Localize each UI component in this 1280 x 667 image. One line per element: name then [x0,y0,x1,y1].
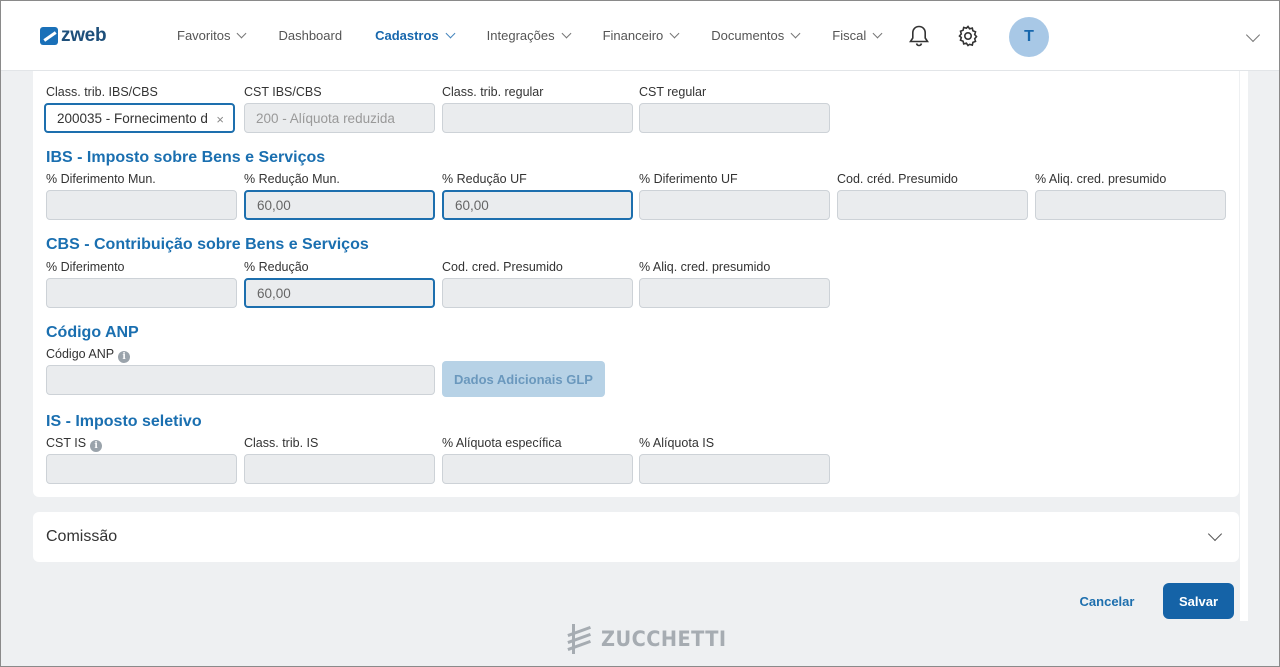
class-trib-is-label: Class. trib. IS [244,436,319,450]
ibs-reducao-mun-label: % Redução Mun. [244,172,340,186]
zucchetti-logo-mark [567,624,591,654]
nav-label: Favoritos [177,28,231,43]
cst-regular-field[interactable] [639,103,830,133]
tax-details-card: Class. trib. IBS/CBS 200035 - Fornecimen… [33,71,1239,497]
cbs-diferimento-label: % Diferimento [46,260,125,274]
class-trib-regular-field[interactable] [442,103,633,133]
chevron-down-icon [445,28,456,39]
codigo-anp-label-text: Código ANP [46,347,115,361]
ibs-diferimento-uf-field[interactable] [639,190,830,220]
top-navigation-bar: zweb Favoritos Dashboard Cadastros Integ… [1,1,1279,71]
cst-is-label: CST IS i [46,436,103,452]
nav-fiscal[interactable]: Fiscal [832,28,883,43]
nav-favoritos[interactable]: Favoritos [177,28,247,43]
nav-financeiro[interactable]: Financeiro [602,28,680,43]
cst-ibs-cbs-label: CST IBS/CBS [244,85,322,99]
cbs-reducao-label: % Redução [244,260,309,274]
nav-cadastros[interactable]: Cadastros [375,28,456,43]
dados-adicionais-glp-button[interactable]: Dados Adicionais GLP [442,361,605,397]
nav-label: Cadastros [375,28,439,43]
user-avatar[interactable]: T [1009,17,1049,57]
cbs-aliq-cred-presumido-label: % Aliq. cred. presumido [639,260,771,274]
class-trib-is-field[interactable] [244,454,435,484]
class-trib-regular-label: Class. trib. regular [442,85,544,99]
class-trib-ibs-cbs-select[interactable]: 200035 - Fornecimento de × [44,103,235,133]
ibs-aliq-cred-presumido-label: % Aliq. cred. presumido [1035,172,1167,186]
chevron-down-icon [237,28,247,39]
codigo-anp-label: Código ANP i [46,347,131,363]
chevron-down-icon [790,28,801,39]
chevron-down-icon [669,28,680,39]
ibs-reducao-mun-field[interactable]: 60,00 [244,190,435,220]
class-trib-ibs-cbs-value: 200035 - Fornecimento de [57,110,207,126]
chevron-down-icon [872,28,883,39]
info-icon[interactable]: i [90,440,103,452]
ibs-cod-cred-presumido-label: Cod. créd. Presumido [837,172,958,186]
ibs-cod-cred-presumido-field[interactable] [837,190,1028,220]
zucchetti-footer-logo: ZUCCHETTI [565,622,737,656]
chevron-down-icon [1207,526,1223,542]
zweb-logo-mark [40,27,58,45]
class-trib-ibs-cbs-label: Class. trib. IBS/CBS [46,85,158,99]
zweb-logo[interactable]: zweb [40,25,107,47]
comissao-collapsible[interactable]: Comissão [33,512,1239,562]
cancel-button[interactable]: Cancelar [1068,584,1146,618]
logo-text: zweb [61,25,107,46]
save-button[interactable]: Salvar [1163,583,1234,619]
aliq-is-label: % Alíquota IS [639,436,715,450]
nav-label: Fiscal [832,28,867,43]
footer-brand: ZUCCHETTI [601,627,727,651]
ibs-diferimento-mun-field[interactable] [46,190,237,220]
nav-label: Financeiro [602,28,664,43]
codigo-anp-field[interactable] [46,365,435,395]
cbs-section-title: CBS - Contribuição sobre Bens e Serviços [46,236,369,253]
chevron-down-icon [561,28,572,39]
gear-icon[interactable] [956,23,980,49]
aliq-especifica-field[interactable] [442,454,633,484]
comissao-title: Comissão [46,528,118,545]
ibs-diferimento-mun-label: % Diferimento Mun. [46,172,156,186]
ibs-section-title: IBS - Imposto sobre Bens e Serviços [46,149,326,166]
nav-label: Documentos [711,28,785,43]
nav-label: Dashboard [278,28,343,43]
chevron-down-icon[interactable] [1245,27,1261,43]
cst-is-field[interactable] [46,454,237,484]
cbs-cod-cred-presumido-field[interactable] [442,278,633,308]
clear-icon[interactable]: × [216,112,224,127]
cbs-reducao-field[interactable]: 60,00 [244,278,435,308]
nav-dashboard[interactable]: Dashboard [278,28,342,43]
cbs-diferimento-field[interactable] [46,278,237,308]
cst-ibs-cbs-field[interactable]: 200 - Alíquota reduzida [244,103,435,133]
anp-section-title: Código ANP [46,324,139,341]
cbs-cod-cred-presumido-label: Cod. cred. Presumido [442,260,563,274]
cst-is-label-text: CST IS [46,436,87,450]
info-icon[interactable]: i [118,351,131,363]
ibs-aliq-cred-presumido-field[interactable] [1035,190,1226,220]
nav-label: Integrações [486,28,555,43]
nav-documentos[interactable]: Documentos [711,28,801,43]
ibs-diferimento-uf-label: % Diferimento UF [639,172,738,186]
ibs-reducao-uf-label: % Redução UF [442,172,527,186]
aliq-is-field[interactable] [639,454,830,484]
cst-regular-label: CST regular [639,85,707,99]
main-nav: Favoritos Dashboard Cadastros Integraçõe… [177,28,914,43]
scrollbar-track[interactable] [1240,71,1248,621]
is-section-title: IS - Imposto seletivo [46,413,202,430]
aliq-especifica-label: % Alíquota específica [442,436,562,450]
ibs-reducao-uf-field[interactable]: 60,00 [442,190,633,220]
bell-icon[interactable] [907,23,931,49]
nav-integracoes[interactable]: Integrações [486,28,572,43]
cbs-aliq-cred-presumido-field[interactable] [639,278,830,308]
